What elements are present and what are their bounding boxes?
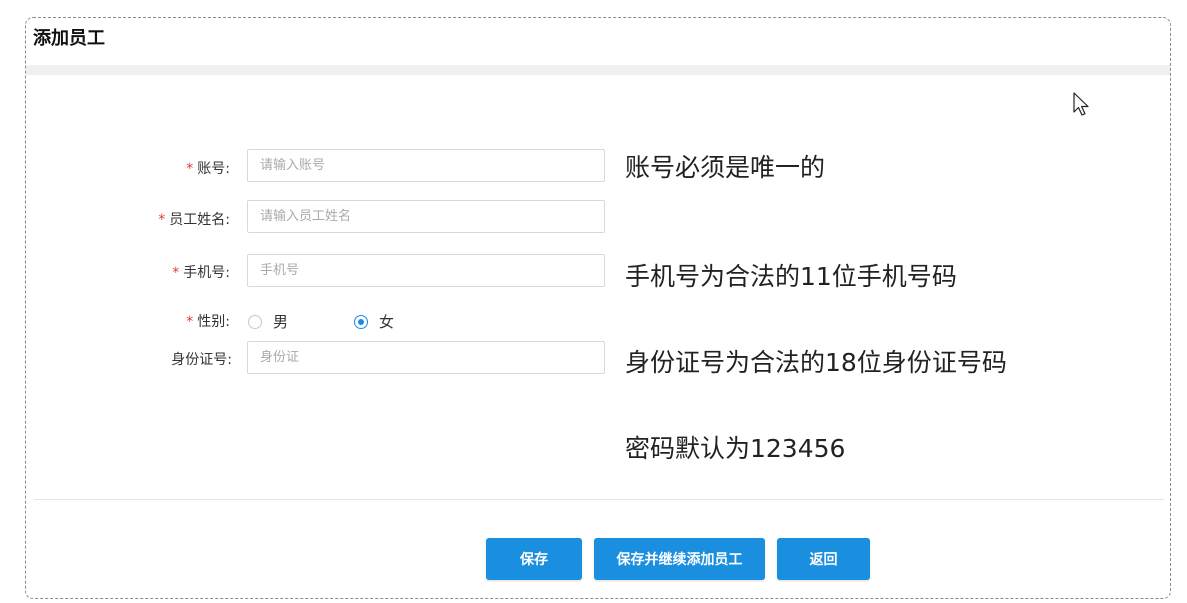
add-employee-panel: 添加员工 * 账号: 请输入账号 账号必须是唯一的 * 员工姓名: 请输入员工姓名 … xyxy=(25,17,1171,599)
save-button[interactable]: 保存 xyxy=(486,538,582,580)
footer-divider xyxy=(34,499,1164,500)
phone-input[interactable]: 手机号 xyxy=(247,254,605,287)
radio-unchecked-icon xyxy=(248,314,262,329)
gender-option-label: 女 xyxy=(379,313,395,331)
save-and-continue-button[interactable]: 保存并继续添加员工 xyxy=(594,538,765,580)
idcard-input[interactable]: 身份证 xyxy=(247,341,605,374)
header-divider xyxy=(26,65,1170,75)
name-label: * 员工姓名: xyxy=(158,212,230,228)
account-note: 账号必须是唯一的 xyxy=(625,153,826,182)
gender-radio-female[interactable]: 女 xyxy=(354,311,394,332)
account-input[interactable]: 请输入账号 xyxy=(247,149,605,182)
phone-label: * 手机号: xyxy=(172,265,230,281)
account-label: * 账号: xyxy=(186,161,230,177)
gender-option-label: 男 xyxy=(273,313,289,331)
password-note: 密码默认为123456 xyxy=(625,434,846,463)
idcard-note: 身份证号为合法的18位身份证号码 xyxy=(625,348,1007,377)
gender-label: * 性别: xyxy=(186,314,230,330)
page-title: 添加员工 xyxy=(33,28,105,49)
gender-radio-male[interactable]: 男 xyxy=(248,311,288,332)
radio-checked-icon xyxy=(354,314,368,329)
mouse-cursor-icon xyxy=(1073,92,1089,116)
phone-note: 手机号为合法的11位手机号码 xyxy=(625,262,957,291)
back-button[interactable]: 返回 xyxy=(777,538,870,580)
idcard-label: 身份证号: xyxy=(171,352,232,368)
name-input[interactable]: 请输入员工姓名 xyxy=(247,200,605,233)
